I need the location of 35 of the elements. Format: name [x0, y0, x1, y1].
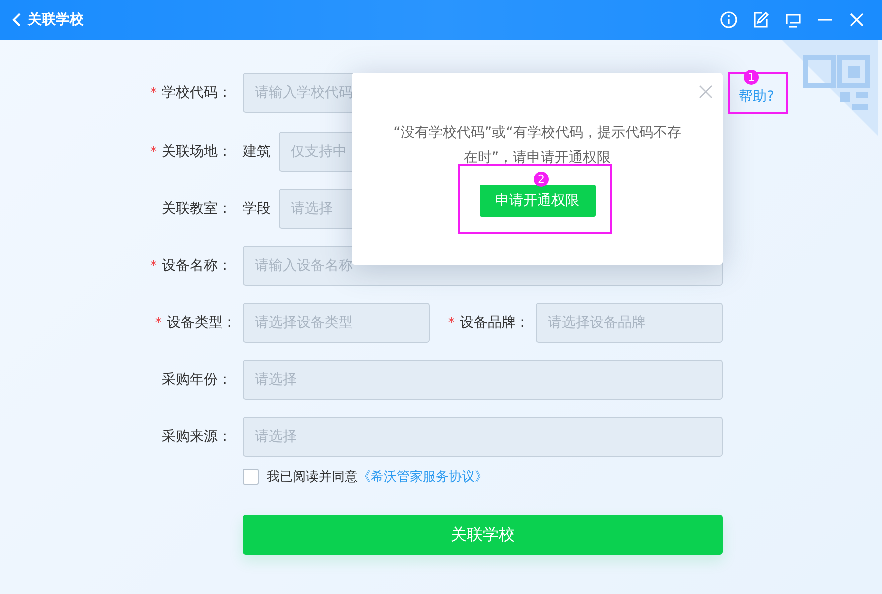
help-link[interactable]: 帮助?: [739, 88, 774, 106]
monitor-icon[interactable]: [784, 11, 802, 29]
required-mark: *: [155, 316, 162, 331]
required-mark: *: [150, 86, 157, 101]
edit-icon[interactable]: [752, 11, 770, 29]
close-icon[interactable]: [848, 11, 866, 29]
select-field[interactable]: 请选择: [243, 360, 723, 400]
field-label: 设备类型 :: [166, 315, 232, 331]
field-label: 设备品牌 :: [460, 315, 525, 331]
field-label: 采购年份：: [162, 372, 232, 388]
close-icon[interactable]: [699, 85, 713, 99]
required-mark: *: [150, 259, 157, 274]
field-prefix: 学段: [243, 200, 272, 218]
annotation-box: [728, 72, 788, 114]
submit-button[interactable]: 关联学校: [243, 515, 723, 555]
select-field[interactable]: 请选择设备类型: [243, 303, 430, 343]
agreement-checkbox[interactable]: [243, 469, 259, 485]
dialog-message: “没有学校代码”或“有学校代码，提示代码不存在时”，请申请开通权限: [392, 124, 682, 168]
agreement-link[interactable]: 《希沃管家服务协议》: [358, 468, 488, 486]
window-title: 关联学校: [28, 11, 84, 29]
field-label: 学校代码：: [162, 85, 232, 101]
back-icon[interactable]: [12, 12, 22, 28]
required-mark: *: [448, 316, 455, 331]
request-permission-button[interactable]: 申请开通权限: [480, 185, 596, 217]
annotation-badge: 1: [744, 70, 759, 85]
field-prefix: 建筑: [243, 143, 272, 161]
field-label: 采购来源：: [162, 429, 232, 445]
agreement-text: 我已阅读并同意: [267, 469, 358, 486]
field-label: 设备名称：: [162, 258, 232, 274]
info-icon[interactable]: [720, 11, 738, 29]
select-field[interactable]: 请选择设备品牌: [536, 303, 723, 343]
field-label: 关联场地：: [162, 144, 232, 160]
field-label: 关联教室：: [162, 201, 232, 217]
select-field[interactable]: 请选择: [243, 417, 723, 457]
required-mark: *: [150, 145, 157, 160]
